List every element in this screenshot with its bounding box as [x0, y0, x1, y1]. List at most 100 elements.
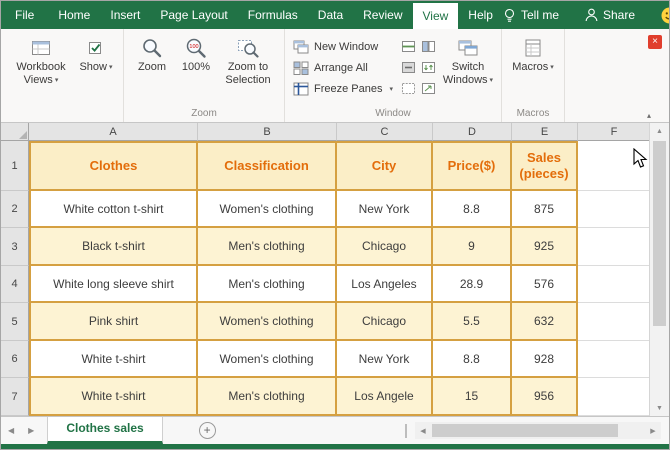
- cell-a5[interactable]: Pink shirt: [29, 303, 198, 341]
- menu-tab-help[interactable]: Help: [458, 1, 503, 29]
- cell-d4[interactable]: 28.9: [433, 266, 512, 303]
- cell-e7[interactable]: 956: [512, 378, 578, 416]
- cell-c7[interactable]: Los Angele: [337, 378, 433, 416]
- row-header-5[interactable]: 5: [1, 303, 29, 341]
- split-button[interactable]: [401, 41, 415, 52]
- share-button[interactable]: Share: [585, 8, 635, 22]
- new-window-button[interactable]: New Window: [290, 36, 396, 57]
- workbook-views-button[interactable]: Workbook Views ▾: [8, 32, 74, 88]
- close-button[interactable]: ×: [648, 35, 662, 49]
- menu-tab-home[interactable]: Home: [48, 1, 100, 29]
- cell-e6[interactable]: 928: [512, 341, 578, 378]
- reset-window-position-button[interactable]: [421, 83, 435, 94]
- cell-d1[interactable]: Price($): [433, 141, 512, 191]
- cell-c3[interactable]: Chicago: [337, 228, 433, 266]
- cell-b6[interactable]: Women's clothing: [198, 341, 337, 378]
- menu-tab-data[interactable]: Data: [308, 1, 353, 29]
- row-header-3[interactable]: 3: [1, 228, 29, 266]
- cell-c2[interactable]: New York: [337, 191, 433, 228]
- unhide-button[interactable]: [401, 83, 415, 94]
- cell-c1[interactable]: City: [337, 141, 433, 191]
- row-header-2[interactable]: 2: [1, 191, 29, 228]
- macros-button[interactable]: Macros ▾: [507, 32, 559, 75]
- cell-e4[interactable]: 576: [512, 266, 578, 303]
- horizontal-scrollbar[interactable]: ◀ ▶: [415, 422, 661, 439]
- zoom-100-button[interactable]: 100 100%: [175, 32, 217, 75]
- column-header-a[interactable]: A: [29, 123, 198, 141]
- vertical-scrollbar[interactable]: ▲ ▼: [649, 123, 669, 416]
- zoom-to-selection-button[interactable]: Zoom to Selection: [217, 32, 279, 88]
- tab-scroll-split-handle[interactable]: [405, 424, 409, 438]
- cell-d5[interactable]: 5.5: [433, 303, 512, 341]
- cell-d6[interactable]: 8.8: [433, 341, 512, 378]
- cell-b5[interactable]: Women's clothing: [198, 303, 337, 341]
- menu-tab-file[interactable]: File: [1, 1, 48, 29]
- row-header-4[interactable]: 4: [1, 266, 29, 303]
- menu-tab-view[interactable]: View: [412, 3, 459, 29]
- synchronous-scrolling-button[interactable]: [421, 62, 435, 73]
- chevron-down-icon: ▾: [109, 64, 113, 71]
- scroll-up-icon[interactable]: ▲: [650, 123, 669, 139]
- cell-f6[interactable]: [578, 341, 651, 378]
- show-button[interactable]: Show ▾: [74, 32, 118, 75]
- cell-e2[interactable]: 875: [512, 191, 578, 228]
- scroll-right-icon[interactable]: ▶: [645, 427, 661, 435]
- column-header-b[interactable]: B: [198, 123, 337, 141]
- row-header-7[interactable]: 7: [1, 378, 29, 416]
- cell-d7[interactable]: 15: [433, 378, 512, 416]
- cell-d2[interactable]: 8.8: [433, 191, 512, 228]
- new-window-icon: [293, 40, 309, 53]
- switch-windows-button[interactable]: Switch Windows ▾: [440, 32, 496, 88]
- sheet-tab-clothes-sales[interactable]: Clothes sales: [47, 417, 163, 444]
- scroll-down-icon[interactable]: ▼: [650, 400, 669, 416]
- cell-f3[interactable]: [578, 228, 651, 266]
- sheet-nav-left-icon[interactable]: ◀: [1, 426, 21, 435]
- cell-f5[interactable]: [578, 303, 651, 341]
- cell-d3[interactable]: 9: [433, 228, 512, 266]
- cell-c5[interactable]: Chicago: [337, 303, 433, 341]
- cell-e5[interactable]: 632: [512, 303, 578, 341]
- cell-c6[interactable]: New York: [337, 341, 433, 378]
- row-header-1[interactable]: 1: [1, 141, 29, 191]
- cell-a2[interactable]: White cotton t-shirt: [29, 191, 198, 228]
- cell-c4[interactable]: Los Angeles: [337, 266, 433, 303]
- menu-tab-formulas[interactable]: Formulas: [238, 1, 308, 29]
- menu-tab-review[interactable]: Review: [353, 1, 412, 29]
- cell-f4[interactable]: [578, 266, 651, 303]
- column-header-f[interactable]: F: [578, 123, 651, 141]
- row-header-6[interactable]: 6: [1, 341, 29, 378]
- cell-e3[interactable]: 925: [512, 228, 578, 266]
- scroll-left-icon[interactable]: ◀: [415, 427, 431, 435]
- cell-e1[interactable]: Sales (pieces): [512, 141, 578, 191]
- arrange-all-button[interactable]: Arrange All: [290, 57, 396, 78]
- column-header-e[interactable]: E: [512, 123, 578, 141]
- vertical-scrollbar-thumb[interactable]: [653, 141, 666, 326]
- menu-tab-page-layout[interactable]: Page Layout: [150, 1, 237, 29]
- cell-b4[interactable]: Men's clothing: [198, 266, 337, 303]
- cell-a7[interactable]: White t-shirt: [29, 378, 198, 416]
- view-side-by-side-button[interactable]: [421, 41, 435, 52]
- cell-a3[interactable]: Black t-shirt: [29, 228, 198, 266]
- sheet-nav-right-icon[interactable]: ▶: [21, 426, 41, 435]
- column-header-c[interactable]: C: [337, 123, 433, 141]
- cell-f2[interactable]: [578, 191, 651, 228]
- menu-tab-insert[interactable]: Insert: [100, 1, 150, 29]
- collapse-ribbon-icon[interactable]: ▴: [647, 111, 651, 120]
- hide-button[interactable]: [401, 62, 415, 73]
- select-all-button[interactable]: [1, 123, 29, 141]
- cell-a1[interactable]: Clothes: [29, 141, 198, 191]
- cell-b1[interactable]: Classification: [198, 141, 337, 191]
- cell-f7[interactable]: [578, 378, 651, 416]
- horizontal-scrollbar-thumb[interactable]: [432, 424, 618, 437]
- tell-me-button[interactable]: Tell me: [503, 8, 559, 23]
- zoom-button[interactable]: Zoom: [129, 32, 175, 75]
- cell-b2[interactable]: Women's clothing: [198, 191, 337, 228]
- cell-a4[interactable]: White long sleeve shirt: [29, 266, 198, 303]
- cell-f1[interactable]: [578, 141, 651, 191]
- freeze-panes-button[interactable]: Freeze Panes ▾: [290, 78, 396, 99]
- column-header-d[interactable]: D: [433, 123, 512, 141]
- new-sheet-button[interactable]: +: [198, 422, 216, 439]
- cell-b3[interactable]: Men's clothing: [198, 228, 337, 266]
- cell-a6[interactable]: White t-shirt: [29, 341, 198, 378]
- cell-b7[interactable]: Men's clothing: [198, 378, 337, 416]
